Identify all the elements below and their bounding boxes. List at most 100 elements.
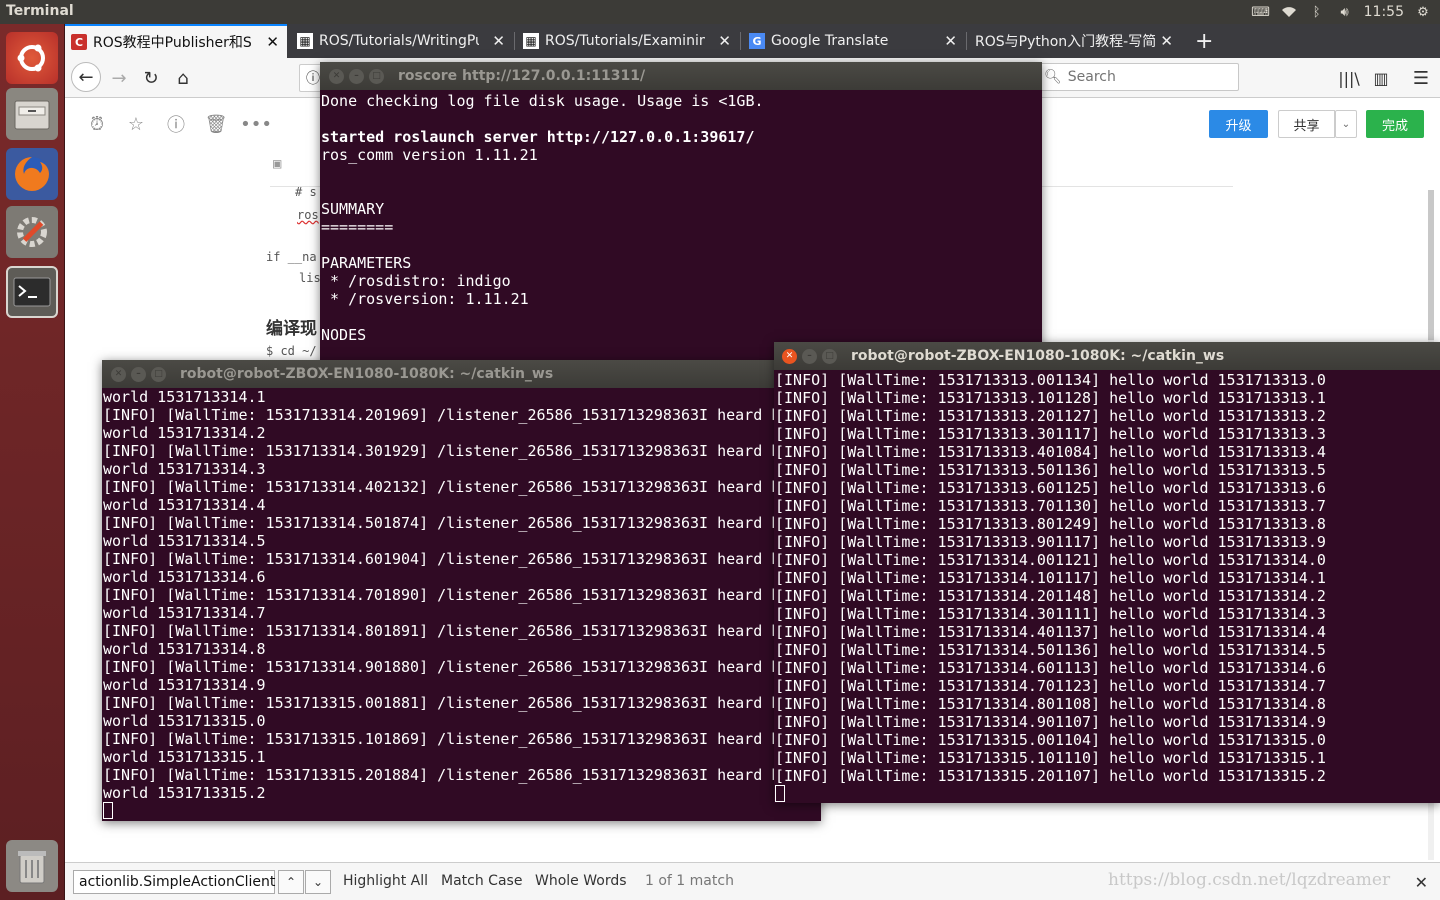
terminal-line: [INFO] [WallTime: 1531713314.401137] hel… xyxy=(775,623,1326,641)
code-line: # s xyxy=(295,185,317,199)
bluetooth-icon[interactable]: ᛒ xyxy=(1308,5,1326,20)
google-translate-icon: G xyxy=(749,33,765,49)
maximize-icon[interactable]: □ xyxy=(369,68,384,84)
terminal-line: [INFO] [WallTime: 1531713315.201884] /li… xyxy=(103,766,781,784)
new-tab-button[interactable]: + xyxy=(1189,24,1223,58)
back-arrow-icon[interactable]: ← xyxy=(71,62,101,92)
terminal-line: [INFO] [WallTime: 1531713314.601904] /li… xyxy=(103,550,781,568)
find-close-icon[interactable]: ✕ xyxy=(1415,873,1428,892)
reload-icon[interactable]: ↻ xyxy=(137,64,165,92)
terminal-line: SUMMARY xyxy=(321,200,385,218)
tab-close-icon[interactable]: ✕ xyxy=(944,32,957,50)
search-input[interactable]: 🔍︎ Search xyxy=(1037,63,1239,91)
hamburger-menu-icon[interactable]: ☰ xyxy=(1407,64,1435,92)
whole-words-toggle[interactable]: Whole Words xyxy=(535,873,627,889)
terminal-icon xyxy=(13,277,51,307)
find-input[interactable]: actionlib.SimpleActionClient xyxy=(73,870,275,894)
tab-ros-examining[interactable]: ▦ ROS/Tutorials/Examining ✕ xyxy=(517,24,739,58)
terminal-line: [INFO] [WallTime: 1531713314.901107] hel… xyxy=(775,713,1326,731)
terminal-line: world 1531713315.2 xyxy=(103,784,266,802)
tab-close-icon[interactable]: ✕ xyxy=(492,32,505,50)
terminal-output[interactable]: world 1531713314.1 [INFO] [WallTime: 1531… xyxy=(103,388,821,821)
terminal-line: world 1531713314.1 xyxy=(103,388,266,406)
unity-launcher xyxy=(0,24,65,900)
share-dropdown-chevron-icon[interactable]: ⌄ xyxy=(1335,110,1357,138)
tab-close-icon[interactable]: ✕ xyxy=(1160,32,1173,50)
terminal-line: PARAMETERS xyxy=(321,254,412,272)
maximize-icon[interactable]: □ xyxy=(151,366,166,382)
find-next-chevron-down-icon[interactable]: ⌄ xyxy=(305,870,331,894)
clock[interactable]: 11:55 xyxy=(1364,4,1404,20)
format-icon[interactable]: ▣ xyxy=(273,156,281,172)
terminal-line: [INFO] [WallTime: 1531713314.601113] hel… xyxy=(775,659,1326,677)
settings-gear-icon[interactable]: ⚙ xyxy=(1414,5,1432,20)
library-icon[interactable]: |||\ xyxy=(1335,64,1363,92)
ros-grid-icon: ▦ xyxy=(523,33,539,49)
terminal-roscore[interactable]: ✕ – □ roscore http://127.0.0.1:11311/ Do… xyxy=(320,62,1042,362)
done-button[interactable]: 完成 xyxy=(1366,110,1424,138)
dash-ubuntu-button[interactable] xyxy=(6,32,58,84)
terminal-cursor xyxy=(775,785,785,802)
tab-google-translate[interactable]: G Google Translate ✕ xyxy=(743,24,965,58)
terminal-line: * /rosdistro: indigo xyxy=(321,272,511,290)
minimize-icon[interactable]: – xyxy=(349,68,364,84)
firefox-launcher[interactable] xyxy=(6,148,58,200)
terminal-line: world 1531713314.4 xyxy=(103,496,266,514)
terminal-titlebar[interactable]: ✕ – □ robot@robot-ZBOX-EN1080-1080K: ~/c… xyxy=(774,342,1440,370)
terminal-line: [INFO] [WallTime: 1531713314.501136] hel… xyxy=(775,641,1326,659)
close-icon[interactable]: ✕ xyxy=(111,366,126,382)
terminal-listener[interactable]: ✕ – □ robot@robot-ZBOX-EN1080-1080K: ~/c… xyxy=(102,360,821,821)
terminal-output[interactable]: [INFO] [WallTime: 1531713313.001134] hel… xyxy=(775,371,1440,803)
terminal-line: [INFO] [WallTime: 1531713313.301117] hel… xyxy=(775,425,1326,443)
alarm-icon[interactable]: ⏰︎ xyxy=(85,112,109,136)
terminal-line: [INFO] [WallTime: 1531713313.201127] hel… xyxy=(775,407,1326,425)
terminal-title: robot@robot-ZBOX-EN1080-1080K: ~/catkin_… xyxy=(180,366,554,382)
more-icon[interactable]: ••• xyxy=(240,112,272,136)
home-icon[interactable]: ⌂ xyxy=(169,64,197,92)
trash-launcher[interactable] xyxy=(6,840,58,892)
terminal-line: ======== xyxy=(321,218,394,236)
volume-icon[interactable]: 🔊︎ xyxy=(1336,5,1354,20)
tab-ros-python-tutorial[interactable]: ROS与Python入门教程-写简 ✕ xyxy=(969,24,1181,58)
tab-ros-publisher-subscriber[interactable]: C ROS教程中Publisher和Su ✕ xyxy=(65,24,287,58)
terminal-titlebar[interactable]: ✕ – □ roscore http://127.0.0.1:11311/ xyxy=(320,62,1042,90)
keyboard-icon[interactable]: ⌨ xyxy=(1251,5,1270,20)
info-icon[interactable]: ⓘ xyxy=(164,112,188,136)
section-heading: 编译现 xyxy=(266,319,317,339)
terminal-output[interactable]: Done checking log file disk usage. Usage… xyxy=(321,92,1042,362)
search-icon: 🔍︎ xyxy=(1044,69,1062,85)
terminal-launcher[interactable] xyxy=(6,266,58,318)
tab-close-icon[interactable]: ✕ xyxy=(266,33,279,51)
match-case-toggle[interactable]: Match Case xyxy=(441,873,522,889)
maximize-icon[interactable]: □ xyxy=(822,348,837,364)
terminal-line: [INFO] [WallTime: 1531713313.901117] hel… xyxy=(775,533,1326,551)
terminal-line: world 1531713314.9 xyxy=(103,676,266,694)
trash-icon[interactable]: 🗑︎ xyxy=(204,112,228,136)
wifi-icon[interactable] xyxy=(1280,5,1298,19)
close-icon[interactable]: ✕ xyxy=(782,348,797,364)
terminal-line: [INFO] [WallTime: 1531713313.401084] hel… xyxy=(775,443,1326,461)
forward-arrow-icon[interactable]: → xyxy=(105,64,133,92)
browser-tab-bar: C ROS教程中Publisher和Su ✕ ▦ ROS/Tutorials/W… xyxy=(65,24,1440,58)
minimize-icon[interactable]: – xyxy=(802,348,817,364)
system-settings-launcher[interactable] xyxy=(6,206,58,258)
terminal-titlebar[interactable]: ✕ – □ robot@robot-ZBOX-EN1080-1080K: ~/c… xyxy=(102,360,821,388)
terminal-line: [INFO] [WallTime: 1531713314.001121] hel… xyxy=(775,551,1326,569)
find-previous-chevron-up-icon[interactable]: ⌃ xyxy=(278,870,304,894)
terminal-line: [INFO] [WallTime: 1531713314.301929] /li… xyxy=(103,442,781,460)
terminal-talker[interactable]: ✕ – □ robot@robot-ZBOX-EN1080-1080K: ~/c… xyxy=(774,342,1440,803)
terminal-line: ros_comm version 1.11.21 xyxy=(321,146,538,164)
tab-ros-writing-publisher[interactable]: ▦ ROS/Tutorials/WritingPu ✕ xyxy=(291,24,513,58)
close-icon[interactable]: ✕ xyxy=(329,68,344,84)
terminal-cursor xyxy=(103,802,113,819)
star-icon[interactable]: ☆ xyxy=(124,112,148,136)
terminal-line: [INFO] [WallTime: 1531713313.801249] hel… xyxy=(775,515,1326,533)
files-launcher[interactable] xyxy=(6,88,58,140)
tab-close-icon[interactable]: ✕ xyxy=(718,32,731,50)
share-button[interactable]: 共享 xyxy=(1278,110,1335,138)
highlight-all-toggle[interactable]: Highlight All xyxy=(343,873,428,889)
sidebar-icon[interactable]: ▥ xyxy=(1367,64,1395,92)
upgrade-button[interactable]: 升级 xyxy=(1209,110,1268,138)
minimize-icon[interactable]: – xyxy=(131,366,146,382)
